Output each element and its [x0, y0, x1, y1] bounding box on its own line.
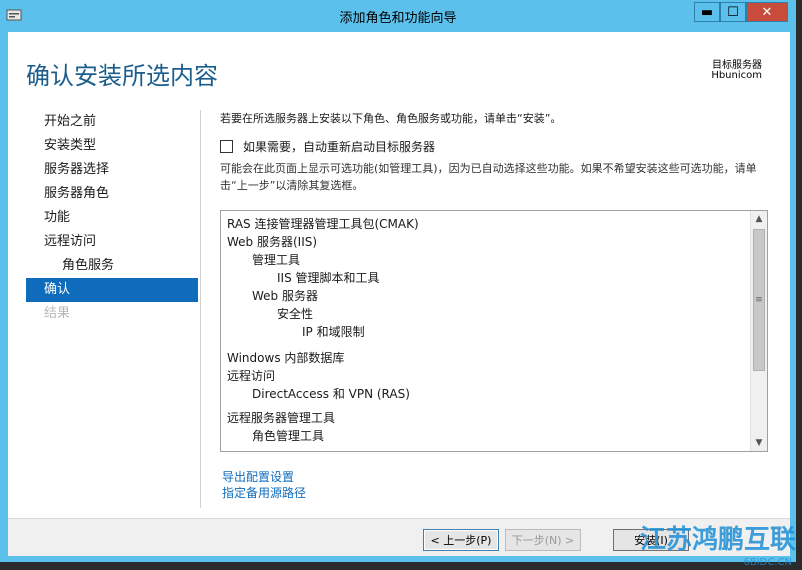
list-item: 管理工具 — [252, 253, 301, 267]
target-server-label: 目标服务器 — [712, 60, 762, 71]
list-item: DirectAccess 和 VPN (RAS) — [252, 387, 410, 401]
watermark-url: 6BIDC.CN — [743, 557, 793, 568]
previous-button[interactable]: < 上一步(P) — [423, 529, 499, 551]
restart-checkbox[interactable] — [220, 140, 233, 153]
nav-item-features[interactable]: 功能 — [26, 206, 198, 230]
list-item: Windows 内部数据库 — [227, 351, 345, 365]
maximize-button[interactable]: ☐ — [720, 2, 746, 22]
wizard-nav: 开始之前 安装类型 服务器选择 服务器角色 功能 远程访问 角色服务 确认 结果 — [26, 110, 198, 326]
optional-features-note: 可能会在此页面上显示可选功能(如管理工具)，因为已自动选择这些功能。如果不希望安… — [220, 162, 757, 192]
list-item: 远程服务器管理工具 — [227, 411, 336, 425]
list-item: 远程访问 — [227, 369, 276, 383]
nav-item-confirmation[interactable]: 确认 — [26, 278, 198, 302]
list-item: RAS 连接管理器管理工具包(CMAK) — [227, 217, 419, 231]
watermark-logo: 江苏鸿鹏互联 — [639, 525, 796, 555]
nav-item-server-roles[interactable]: 服务器角色 — [26, 182, 198, 206]
page-title: 确认安装所选内容 — [26, 62, 218, 90]
nav-item-remote-access[interactable]: 远程访问 — [26, 230, 198, 254]
list-scrollbar[interactable]: ▲ ≡ ▼ — [750, 211, 767, 451]
list-item: IIS 管理脚本和工具 — [277, 271, 380, 285]
intro-text: 若要在所选服务器上安装以下角色、角色服务或功能，请单击“安装”。 — [220, 112, 562, 125]
restart-checkbox-label[interactable]: 如果需要，自动重新启动目标服务器 — [243, 138, 435, 155]
wizard-body: 确认安装所选内容 目标服务器 Hbunicom 开始之前 安装类型 服务器选择 … — [8, 32, 790, 556]
minimize-button[interactable]: ▬ — [694, 2, 720, 22]
list-item: Web 服务器(IIS) — [227, 235, 318, 249]
close-button[interactable]: ✕ — [746, 2, 788, 22]
list-item: 角色管理工具 — [252, 429, 325, 443]
nav-item-before-you-begin[interactable]: 开始之前 — [26, 110, 198, 134]
restart-option[interactable]: 如果需要，自动重新启动目标服务器 — [220, 138, 435, 155]
next-button[interactable]: 下一步(N) > — [505, 529, 581, 551]
selection-list-items: RAS 连接管理器管理工具包(CMAK) Web 服务器(IIS) 管理工具 I… — [227, 215, 747, 445]
alternate-source-link[interactable]: 指定备用源路径 — [222, 484, 306, 501]
target-server-value: Hbunicom — [711, 70, 762, 81]
confirmation-content: 若要在所选服务器上安装以下角色、角色服务或功能，请单击“安装”。 如果需要，自动… — [220, 110, 768, 500]
nav-item-results: 结果 — [44, 306, 71, 321]
wizard-window: 添加角色和功能向导 ▬ ☐ ✕ 确认安装所选内容 目标服务器 Hbunicom … — [0, 0, 796, 562]
scroll-up-icon[interactable]: ▲ — [751, 211, 767, 227]
nav-divider — [200, 110, 201, 508]
selection-list[interactable]: RAS 连接管理器管理工具包(CMAK) Web 服务器(IIS) 管理工具 I… — [220, 210, 768, 452]
title-bar[interactable]: 添加角色和功能向导 ▬ ☐ ✕ — [0, 0, 796, 32]
scroll-down-icon[interactable]: ▼ — [751, 435, 767, 451]
export-config-link[interactable]: 导出配置设置 — [222, 468, 294, 485]
list-item: 安全性 — [277, 307, 314, 321]
window-title: 添加角色和功能向导 — [339, 11, 457, 26]
scroll-thumb[interactable]: ≡ — [753, 229, 765, 371]
list-item: IP 和域限制 — [302, 325, 365, 339]
nav-item-role-services[interactable]: 角色服务 — [26, 254, 198, 278]
nav-item-server-selection[interactable]: 服务器选择 — [26, 158, 198, 182]
list-item: Web 服务器 — [252, 289, 318, 303]
nav-item-installation-type[interactable]: 安装类型 — [26, 134, 198, 158]
